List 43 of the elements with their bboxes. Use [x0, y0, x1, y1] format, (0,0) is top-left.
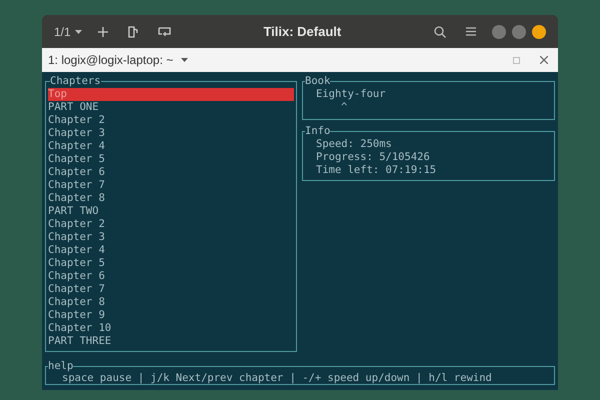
chapter-item[interactable]: Chapter 2 — [48, 114, 294, 127]
caret-icon — [74, 30, 82, 34]
chapter-item[interactable]: Chapter 2 — [48, 218, 294, 231]
session-dropdown[interactable]: 1/1 — [54, 22, 82, 40]
panel-title: Info — [305, 125, 330, 138]
info-line: Time left: 07:19:15 — [316, 164, 436, 177]
terminal-tab-title[interactable]: 1: logix@logix-laptop: ~ — [48, 51, 188, 69]
add-icon[interactable] — [98, 26, 108, 36]
position-marker: ^ — [340, 101, 348, 114]
chapter-item[interactable]: Chapter 4 — [48, 140, 294, 153]
book-name: Eighty-four — [316, 88, 387, 101]
chapter-item[interactable]: PART TWO — [48, 205, 294, 218]
close-icon[interactable] — [540, 56, 548, 64]
screen-icon[interactable] — [158, 26, 171, 36]
chapter-item[interactable]: PART THREE — [48, 335, 294, 348]
info-line: Progress: 5/105426 — [316, 151, 430, 164]
chapter-item[interactable]: Chapter 3 — [48, 127, 294, 140]
info-line: Speed: 250ms — [316, 138, 392, 151]
chapter-item[interactable]: Chapter 6 — [48, 166, 294, 179]
panel-title: help — [48, 360, 74, 373]
chapter-item[interactable]: Chapter 5 — [48, 153, 294, 166]
search-icon[interactable] — [434, 26, 446, 38]
caret-icon — [181, 58, 188, 62]
chapter-item[interactable]: Chapter 8 — [48, 296, 294, 309]
chapter-item[interactable]: Chapter 3 — [48, 231, 294, 244]
panel-title: Chapters — [50, 75, 101, 88]
panel-title: Book — [305, 75, 330, 88]
chapter-item[interactable]: Chapter 4 — [48, 244, 294, 257]
minimize-button[interactable] — [492, 24, 506, 38]
chapter-item[interactable]: PART ONE — [48, 101, 294, 114]
chapter-item[interactable]: Chapter 9 — [48, 309, 294, 322]
chapter-item[interactable]: Chapter 5 — [48, 257, 294, 270]
document-icon[interactable] — [128, 26, 138, 38]
help-text: space pause | j/k Next/prev chapter | -/+ speed up/down | h/l rewind — [62, 373, 493, 384]
chapter-item[interactable]: Chapter 7 — [48, 283, 294, 296]
close-button[interactable] — [532, 24, 546, 38]
maximize-button[interactable] — [512, 24, 526, 38]
chapter-item[interactable]: Chapter 6 — [48, 270, 294, 283]
menu-icon[interactable] — [466, 27, 476, 36]
chapter-item[interactable]: Chapter 7 — [48, 179, 294, 192]
chapter-item[interactable]: Chapter 8 — [48, 192, 294, 205]
window-title: Tilix: Default — [263, 22, 342, 41]
chapter-item[interactable]: Chapter 10 — [48, 322, 294, 335]
